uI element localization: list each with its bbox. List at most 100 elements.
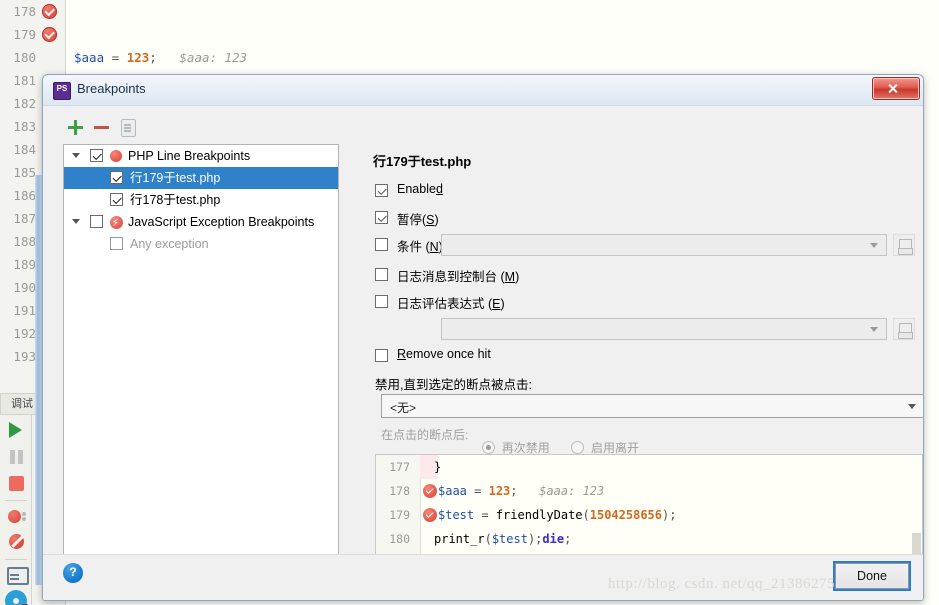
line-number: 186 [10, 188, 36, 203]
option-label: Remove once hit [397, 347, 491, 361]
radio-button[interactable] [482, 441, 495, 454]
option-label: 条件 (N) [397, 236, 443, 255]
line-number: 183 [10, 119, 36, 134]
line-code: } [434, 455, 441, 479]
dialog-body: PHP Line Breakpoints 行179于test.php 行178于… [43, 106, 923, 601]
console-icon [7, 567, 29, 585]
line-number: 185 [10, 165, 36, 180]
line-number: 191 [10, 303, 36, 318]
tree-item-line178[interactable]: 行178于test.php [64, 189, 338, 211]
stop-button[interactable] [0, 471, 32, 498]
condition-checkbox[interactable] [375, 238, 388, 251]
tree-item-label: 行179于test.php [130, 167, 220, 189]
breakpoint-icon[interactable] [42, 27, 57, 42]
chevron-down-icon[interactable] [72, 219, 80, 224]
line-number: 184 [10, 142, 36, 157]
dialog-titlebar[interactable]: PS Breakpoints [43, 75, 923, 106]
suspend-checkbox[interactable] [375, 211, 388, 224]
php-breakpoint-icon [110, 150, 122, 162]
debug-tool-icons[interactable] [0, 417, 32, 605]
tree-item-php-line-breakpoints[interactable]: PHP Line Breakpoints [64, 145, 338, 167]
disable-until-dropdown[interactable]: <无> [381, 394, 924, 418]
add-breakpoint-button[interactable] [63, 116, 89, 138]
dialog-title: Breakpoints [77, 81, 146, 96]
breakpoint-icon[interactable] [423, 484, 437, 498]
remove-once-hit-checkbox[interactable] [375, 349, 388, 362]
option-label: 暂停(S) [397, 209, 439, 228]
debug-tool-strip[interactable]: 调试 [0, 393, 32, 605]
line-number: 182 [10, 96, 36, 111]
log-message-checkbox[interactable] [375, 268, 388, 281]
line-number: 190 [10, 280, 36, 295]
line-number: 189 [10, 257, 36, 272]
breakpoints-tree[interactable]: PHP Line Breakpoints 行179于test.php 行178于… [63, 144, 339, 564]
after-hit-row: 在点击的断点后: 再次禁用 启用离开 [381, 426, 647, 443]
help-icon: ? [63, 565, 83, 579]
divider [5, 559, 27, 560]
breakpoints-dialog: PS Breakpoints PHP Line Breakpoints [42, 74, 924, 601]
tree-item-checkbox[interactable] [90, 149, 103, 162]
stop-icon [9, 476, 24, 491]
gutter-line[interactable]: 180 [0, 46, 66, 69]
line-number: 188 [10, 234, 36, 249]
after-hit-label: 在点击的断点后: [381, 428, 468, 442]
tree-item-line179[interactable]: 行179于test.php [64, 167, 338, 189]
chevron-down-icon[interactable] [870, 327, 878, 332]
option-label: Enabled [397, 182, 443, 196]
help-button[interactable]: ? [63, 563, 83, 583]
line-number: 180 [382, 527, 410, 551]
expand-condition-editor-button[interactable] [893, 234, 915, 256]
line-number: 193 [10, 349, 36, 364]
tree-item-checkbox[interactable] [110, 171, 123, 184]
enabled-checkbox[interactable] [375, 184, 388, 197]
preview-line: 180 print_r($test);die; [376, 527, 922, 551]
log-expression-input[interactable] [441, 318, 887, 340]
mute-breakpoints-button[interactable] [0, 530, 32, 557]
gutter-line[interactable]: 178 [0, 0, 66, 23]
resume-program-button[interactable] [0, 417, 32, 444]
line-number: 178 [10, 4, 36, 19]
chevron-down-icon[interactable] [870, 243, 878, 248]
line-number: 187 [10, 211, 36, 226]
watermark: http://blog. csdn. net/qq_21386275 [608, 576, 938, 593]
tree-item-checkbox[interactable] [110, 193, 123, 206]
line-number: 179 [382, 503, 410, 527]
tree-item-checkbox[interactable] [90, 215, 103, 228]
line-number: 177 [382, 455, 410, 479]
console-button[interactable] [0, 562, 32, 589]
tree-item-label: JavaScript Exception Breakpoints [128, 211, 314, 233]
line-code: print_r($test);die; [434, 527, 571, 551]
line-code: $test = friendlyDate(1504258656); [438, 503, 676, 527]
chevron-down-icon[interactable] [908, 404, 916, 409]
log-expression-checkbox[interactable] [375, 295, 388, 308]
close-button[interactable] [872, 77, 920, 100]
pause-program-button[interactable] [0, 444, 32, 471]
tree-item-js-exception-breakpoints[interactable]: JavaScript Exception Breakpoints [64, 211, 338, 233]
line-number: 192 [10, 326, 36, 341]
chevron-down-icon[interactable] [72, 153, 80, 158]
expand-log-expression-editor-button[interactable] [893, 318, 915, 340]
line-number: 178 [382, 479, 410, 503]
phpstorm-icon: PS [53, 82, 71, 100]
option-label: 日志评估表达式 (E) [397, 293, 505, 312]
preview-line: 178 $aaa = 123; $aaa: 123 [376, 479, 922, 503]
editor-scrollbar[interactable] [35, 175, 42, 585]
line-code: $aaa = 123; $aaa: 123 [438, 479, 604, 503]
mute-breakpoints-icon [9, 534, 24, 549]
settings-button[interactable] [0, 589, 32, 605]
breakpoint-icon[interactable] [42, 4, 57, 19]
breakpoint-icon[interactable] [423, 508, 437, 522]
line-number: 179 [10, 27, 36, 42]
disable-until-value: <无> [390, 399, 416, 416]
gutter-line[interactable]: 179 [0, 23, 66, 46]
condition-input[interactable] [441, 234, 887, 256]
tree-item-label: 行178于test.php [130, 189, 220, 211]
tree-item-any-exception[interactable]: Any exception [64, 233, 338, 255]
tree-item-checkbox[interactable] [110, 237, 123, 250]
breakpoints-toolbar[interactable] [63, 116, 339, 140]
view-breakpoints-button[interactable] [0, 503, 32, 530]
remove-breakpoint-button[interactable] [89, 116, 115, 138]
view-breakpoint-source-button[interactable] [115, 116, 141, 138]
pause-icon [8, 449, 25, 466]
radio-button[interactable] [571, 441, 584, 454]
